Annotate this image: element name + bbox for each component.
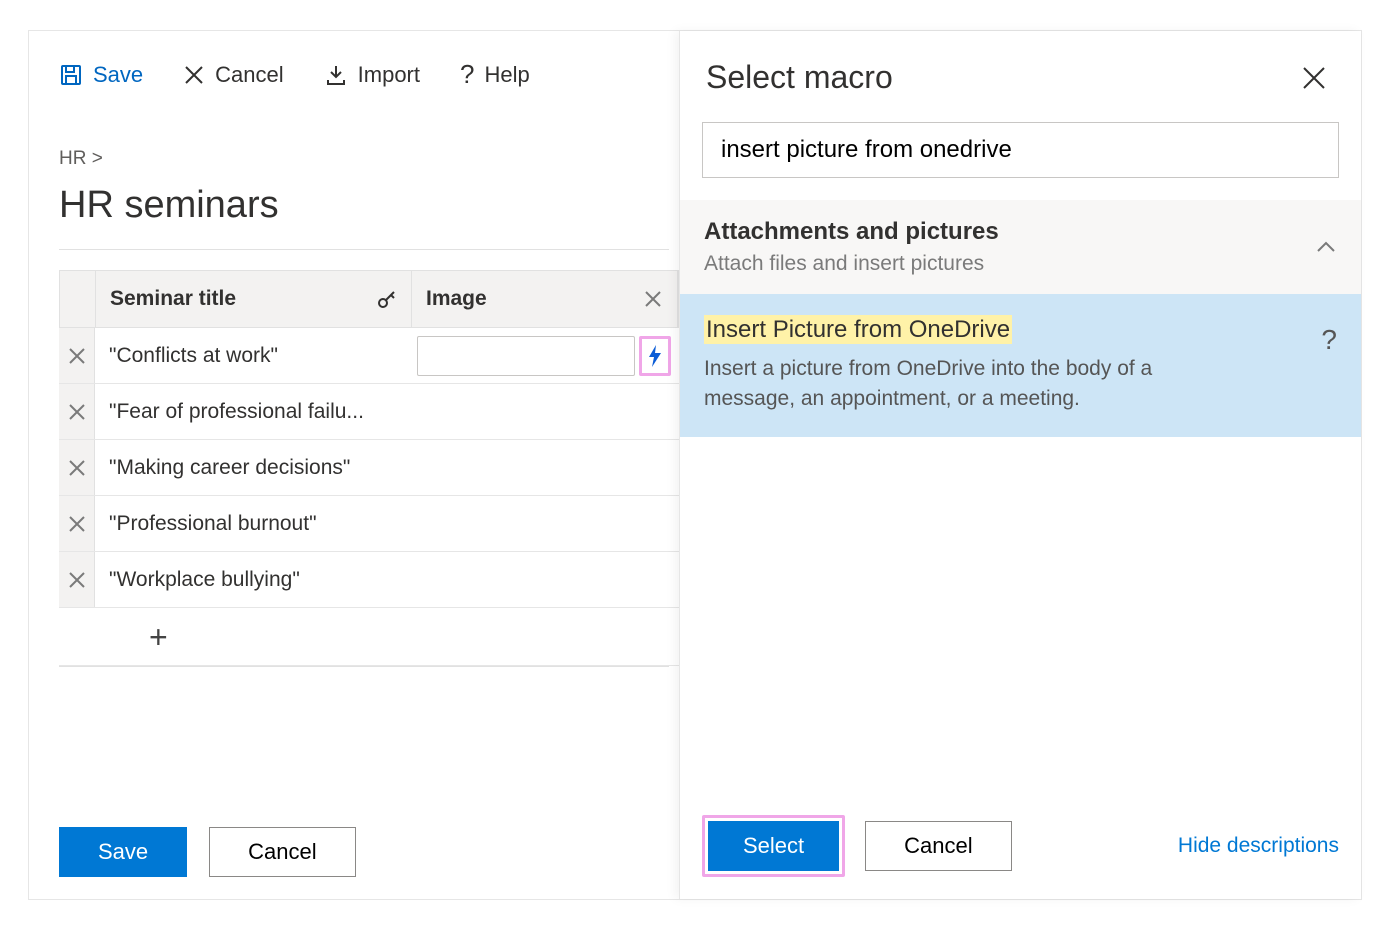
breadcrumb[interactable]: HR > bbox=[59, 148, 679, 170]
group-subtitle: Attach files and insert pictures bbox=[704, 252, 999, 276]
macro-group-header[interactable]: Attachments and pictures Attach files an… bbox=[680, 200, 1361, 294]
column-header-image[interactable]: Image bbox=[412, 271, 678, 327]
macro-search-input[interactable] bbox=[702, 122, 1339, 178]
column-header-image-label: Image bbox=[426, 287, 487, 311]
image-input[interactable] bbox=[417, 336, 635, 376]
table-row[interactable]: "Workplace bullying" bbox=[59, 552, 679, 608]
panel-select-button[interactable]: Select bbox=[708, 821, 839, 871]
footer-save-button[interactable]: Save bbox=[59, 827, 187, 877]
cancel-label: Cancel bbox=[215, 62, 283, 88]
table-row[interactable]: "Professional burnout" bbox=[59, 496, 679, 552]
row-title: "Workplace bullying" bbox=[95, 552, 411, 607]
cancel-button[interactable]: Cancel bbox=[183, 62, 283, 88]
row-title: "Professional burnout" bbox=[95, 496, 411, 551]
column-header-title-label: Seminar title bbox=[110, 287, 236, 311]
chevron-up-icon bbox=[1315, 236, 1337, 258]
close-icon bbox=[183, 64, 205, 86]
help-icon: ? bbox=[460, 59, 474, 90]
row-title: "Fear of professional failu... bbox=[95, 384, 411, 439]
help-button[interactable]: ? Help bbox=[460, 59, 530, 90]
lightning-icon bbox=[647, 344, 663, 368]
panel-cancel-button[interactable]: Cancel bbox=[865, 821, 1011, 871]
import-button[interactable]: Import bbox=[324, 62, 420, 88]
save-label: Save bbox=[93, 62, 143, 88]
row-delete-icon[interactable] bbox=[59, 440, 95, 495]
column-remove-icon[interactable] bbox=[643, 289, 663, 309]
macro-help-icon[interactable]: ? bbox=[1321, 316, 1337, 356]
panel-close-button[interactable] bbox=[1301, 65, 1327, 91]
import-icon bbox=[324, 63, 348, 87]
macro-name: Insert Picture from OneDrive bbox=[704, 315, 1012, 344]
row-delete-icon[interactable] bbox=[59, 496, 95, 551]
table-row[interactable]: "Conflicts at work" bbox=[59, 328, 679, 384]
macro-item[interactable]: Insert Picture from OneDrive Insert a pi… bbox=[680, 294, 1361, 437]
panel-title: Select macro bbox=[706, 59, 893, 96]
macro-trigger-button[interactable] bbox=[639, 336, 671, 376]
table-row[interactable]: "Making career decisions" bbox=[59, 440, 679, 496]
row-title: "Conflicts at work" bbox=[95, 328, 411, 383]
import-label: Import bbox=[358, 62, 420, 88]
row-delete-icon[interactable] bbox=[59, 384, 95, 439]
save-icon bbox=[59, 63, 83, 87]
table: Seminar title Image "Conflicts at work" bbox=[59, 270, 679, 666]
column-header-title[interactable]: Seminar title bbox=[96, 271, 412, 327]
row-delete-icon[interactable] bbox=[59, 328, 95, 383]
macro-description: Insert a picture from OneDrive into the … bbox=[704, 354, 1224, 415]
close-icon bbox=[1301, 65, 1327, 91]
help-label: Help bbox=[484, 62, 529, 88]
hide-descriptions-link[interactable]: Hide descriptions bbox=[1178, 834, 1339, 858]
key-icon bbox=[377, 289, 397, 309]
group-title: Attachments and pictures bbox=[704, 218, 999, 246]
row-delete-icon[interactable] bbox=[59, 552, 95, 607]
table-row[interactable]: "Fear of professional failu... bbox=[59, 384, 679, 440]
row-title: "Making career decisions" bbox=[95, 440, 411, 495]
footer-cancel-button[interactable]: Cancel bbox=[209, 827, 355, 877]
page-title: HR seminars bbox=[59, 184, 679, 227]
save-button[interactable]: Save bbox=[59, 62, 143, 88]
add-row-button[interactable]: + bbox=[149, 619, 168, 656]
